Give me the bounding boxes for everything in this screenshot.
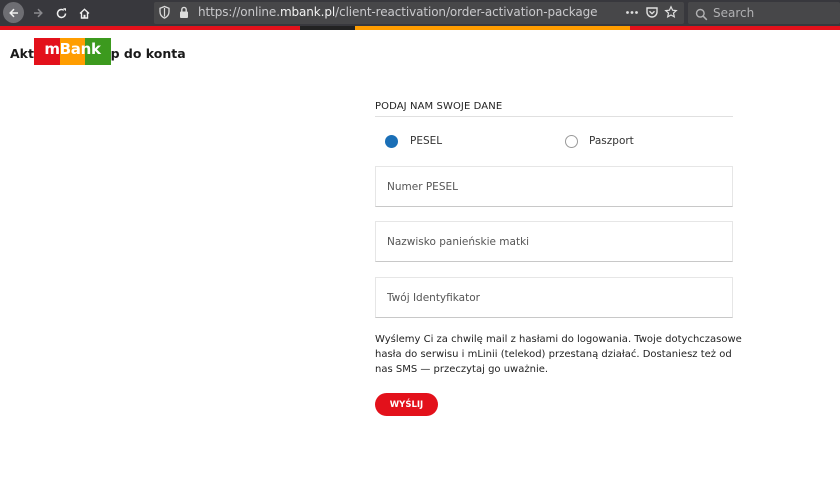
form-heading: PODAJ NAM SWOJE DANE [375, 101, 503, 112]
radio-pesel[interactable] [385, 135, 398, 148]
search-placeholder: Search [713, 6, 755, 20]
radio-passport[interactable] [565, 135, 578, 148]
back-button[interactable] [3, 2, 24, 23]
home-button[interactable] [74, 3, 94, 23]
pesel-field[interactable] [375, 166, 733, 207]
more-actions-icon[interactable] [625, 5, 639, 24]
url-path: /client-reactivation/order-activation-pa… [335, 5, 598, 19]
browser-toolbar: https://online.mbank.pl/client-reactivat… [0, 0, 840, 26]
shield-icon[interactable] [158, 5, 171, 24]
mother-maiden-name-field[interactable] [375, 221, 733, 262]
brand-stripe [0, 26, 840, 30]
browser-search[interactable]: Search [688, 2, 840, 24]
divider [375, 116, 733, 117]
mother-maiden-name-input[interactable] [387, 234, 717, 250]
address-bar[interactable]: https://online.mbank.pl/client-reactivat… [154, 2, 684, 24]
home-icon [79, 7, 89, 19]
mbank-logo[interactable]: mBank [34, 38, 112, 65]
pocket-icon[interactable] [645, 5, 659, 24]
radio-pesel-label[interactable]: PESEL [410, 135, 442, 147]
logo-text: mBank [44, 40, 101, 58]
pesel-input[interactable] [387, 179, 717, 195]
arrow-right-icon [34, 8, 43, 18]
search-icon [695, 6, 708, 25]
forward-button[interactable] [28, 3, 48, 23]
url-text[interactable]: https://online.mbank.pl/client-reactivat… [198, 5, 598, 19]
radio-passport-label[interactable]: Paszport [589, 135, 634, 147]
url-prefix: https://online. [198, 5, 280, 19]
info-text: Wyślemy Ci za chwilę mail z hasłami do l… [375, 334, 742, 375]
arrow-left-icon [8, 8, 18, 17]
reload-icon [56, 7, 66, 18]
identifier-input[interactable] [387, 290, 717, 306]
reload-button[interactable] [51, 3, 71, 23]
url-domain: mbank.pl [279, 5, 336, 19]
bookmark-star-icon[interactable] [664, 5, 678, 24]
lock-icon[interactable] [178, 5, 190, 24]
submit-button[interactable]: WYŚLIJ [375, 393, 438, 416]
identifier-field[interactable] [375, 277, 733, 318]
